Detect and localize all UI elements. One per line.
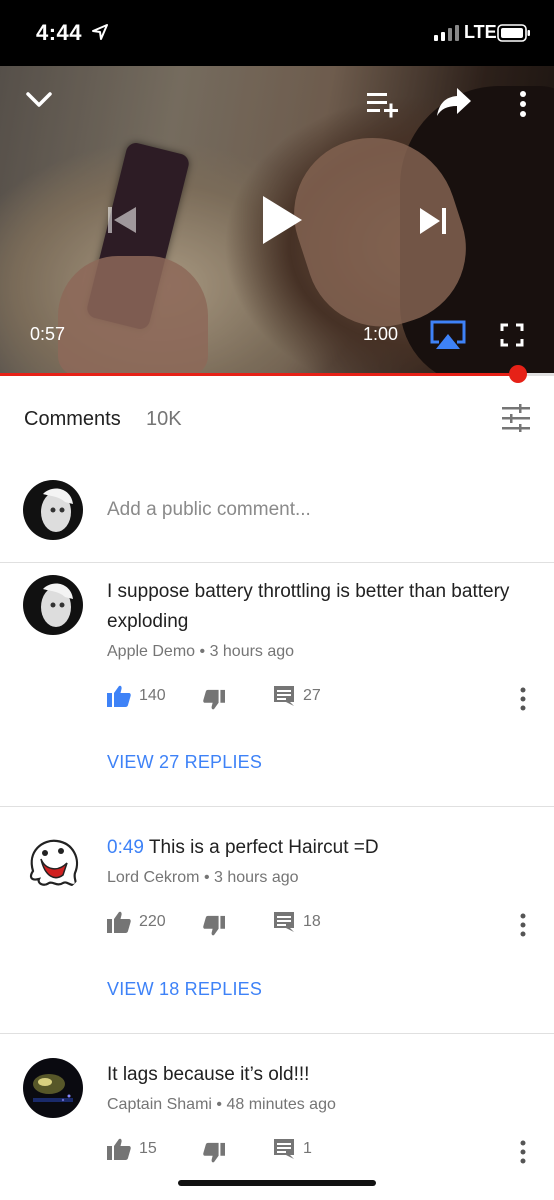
thumb-down-icon <box>203 1142 225 1163</box>
playlist-add-icon[interactable] <box>366 90 400 118</box>
network-label: LTE <box>464 22 497 42</box>
status-time: 4:44 <box>36 20 83 45</box>
like-button[interactable]: 15 <box>107 1138 157 1160</box>
skip-next-icon[interactable] <box>418 206 448 236</box>
current-time: 0:57 <box>30 324 66 344</box>
view-replies-link[interactable]: VIEW 27 REPLIES <box>107 752 262 773</box>
home-indicator[interactable] <box>178 1180 376 1186</box>
comment-icon <box>274 686 294 706</box>
airplay-icon[interactable] <box>430 320 466 350</box>
comment-author[interactable]: Apple Demo <box>107 643 195 660</box>
progress-fill <box>0 373 518 376</box>
thumb-down-icon <box>203 915 225 936</box>
more-vert-icon[interactable] <box>519 1140 527 1164</box>
comment-author[interactable]: Lord Cekrom <box>107 869 199 886</box>
comment-item: 0:49 This is a perfect Haircut =D Lord C… <box>0 807 554 1034</box>
comment-actions: 220 18 <box>107 911 547 941</box>
location-arrow-icon <box>92 24 108 40</box>
reply-button[interactable]: 1 <box>273 1138 312 1160</box>
view-replies-link[interactable]: VIEW 18 REPLIES <box>107 979 262 1000</box>
comment-icon <box>274 1139 294 1159</box>
avatar <box>23 480 83 540</box>
meta-dot: • <box>216 1096 223 1113</box>
like-count: 220 <box>139 913 166 930</box>
reply-button[interactable]: 18 <box>273 911 321 933</box>
dislike-button[interactable] <box>203 1142 225 1164</box>
avatar[interactable] <box>23 575 83 635</box>
like-button[interactable]: 220 <box>107 911 166 933</box>
comment-icon <box>274 912 294 932</box>
duration: 1:00 <box>363 324 399 344</box>
comment-item: It lags because it’s old!!! Captain Sham… <box>0 1034 554 1200</box>
dislike-button[interactable] <box>203 915 225 937</box>
add-comment-input[interactable]: Add a public comment... <box>107 499 311 521</box>
sort-filter-icon[interactable] <box>500 404 532 432</box>
like-count: 140 <box>139 687 166 704</box>
reply-count: 27 <box>303 687 321 704</box>
thumb-down-icon <box>203 689 225 710</box>
comment-meta: Captain Shami • 48 minutes ago <box>107 1096 336 1114</box>
more-vert-icon[interactable] <box>519 687 527 711</box>
comment-actions: 15 1 <box>107 1138 547 1168</box>
comments-count: 10K <box>146 408 182 430</box>
comment-meta: Apple Demo • 3 hours ago <box>107 643 294 661</box>
video-player[interactable]: 0:57 1:00 <box>0 66 554 374</box>
skip-previous-icon[interactable] <box>106 204 138 236</box>
reply-count: 1 <box>303 1140 312 1157</box>
battery-icon <box>497 24 530 42</box>
add-comment-row[interactable]: Add a public comment... <box>0 470 554 563</box>
timestamp-link[interactable]: 0:49 <box>107 837 144 858</box>
comment-item: I suppose battery throttling is better t… <box>0 563 554 807</box>
comment-actions: 140 27 <box>107 685 547 715</box>
comment-time: 3 hours ago <box>214 869 299 886</box>
comment-text: It lags because it’s old!!! <box>107 1060 527 1090</box>
reply-button[interactable]: 27 <box>273 685 321 707</box>
status-bar: 4:44 LTE <box>0 0 554 66</box>
share-icon[interactable] <box>436 86 472 118</box>
like-count: 15 <box>139 1140 157 1157</box>
avatar[interactable] <box>23 833 83 893</box>
comments-header: Comments 10K <box>0 380 554 460</box>
comment-body: This is a perfect Haircut =D <box>148 837 379 858</box>
comment-body: I suppose battery throttling is better t… <box>107 581 510 632</box>
comment-text: 0:49 This is a perfect Haircut =D <box>107 833 527 863</box>
comment-text: I suppose battery throttling is better t… <box>107 577 527 637</box>
chevron-down-icon[interactable] <box>24 88 54 112</box>
play-icon[interactable] <box>260 194 304 246</box>
comment-time: 48 minutes ago <box>226 1096 336 1113</box>
comment-body: It lags because it’s old!!! <box>107 1064 310 1085</box>
thumb-up-icon <box>107 685 131 707</box>
progress-bar[interactable] <box>0 365 554 383</box>
comment-meta: Lord Cekrom • 3 hours ago <box>107 869 299 887</box>
thumb-up-icon <box>107 911 131 933</box>
avatar[interactable] <box>23 1058 83 1118</box>
fullscreen-icon[interactable] <box>500 323 524 347</box>
like-button[interactable]: 140 <box>107 685 166 707</box>
more-vert-icon[interactable] <box>519 913 527 937</box>
reply-count: 18 <box>303 913 321 930</box>
dislike-button[interactable] <box>203 689 225 711</box>
more-vert-icon[interactable] <box>518 90 528 118</box>
comment-time: 3 hours ago <box>209 643 295 660</box>
meta-dot: • <box>199 643 206 660</box>
meta-dot: • <box>203 869 210 886</box>
signal-icon <box>434 25 459 41</box>
comment-author[interactable]: Captain Shami <box>107 1096 212 1113</box>
comments-title: Comments <box>24 408 121 430</box>
thumb-up-icon <box>107 1138 131 1160</box>
